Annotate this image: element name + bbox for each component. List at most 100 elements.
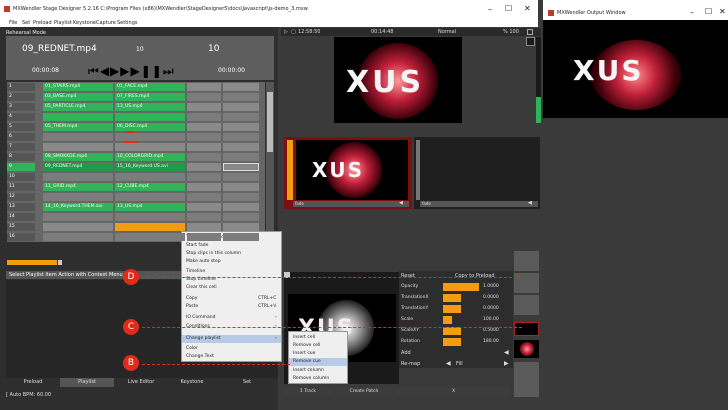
clip-cell-col4[interactable] <box>223 173 259 181</box>
clip-cell-col2[interactable]: 13_US.mp4 <box>115 103 185 111</box>
ctx-timeline[interactable]: Timeline <box>186 269 205 274</box>
preview-play-icon[interactable]: ▷ <box>284 29 288 35</box>
tab-preload[interactable]: Preload <box>10 378 56 387</box>
clip-cell-col2[interactable]: 07_FIRES.mp4 <box>115 93 185 101</box>
clip-cell-col3[interactable] <box>187 203 221 211</box>
clip-cell-col2[interactable]: 10_COLORGRID.mp4 <box>115 153 185 161</box>
clip-cell-col4[interactable] <box>223 203 259 211</box>
side-button-2[interactable] <box>514 273 539 293</box>
property-slider[interactable] <box>443 327 461 335</box>
clip-cell-col4[interactable] <box>223 213 259 221</box>
clip-cell-col2[interactable] <box>115 193 185 201</box>
clip-cell-col1[interactable]: 03_BASE.mp4 <box>43 93 113 101</box>
remap-next-icon[interactable]: ▶ <box>504 360 509 367</box>
clip-cell-col3[interactable] <box>187 233 221 241</box>
clip-cell-col2[interactable]: 06_DISC.mp4 <box>115 123 185 131</box>
clip-cell-col2[interactable] <box>115 143 185 151</box>
track-button[interactable]: 1 Track <box>285 387 331 396</box>
clip-cell-col1[interactable] <box>43 133 113 141</box>
clip-cell-col1[interactable]: 11_GRID.mp4 <box>43 183 113 191</box>
clip-cell-col4[interactable] <box>223 163 259 171</box>
row-number[interactable]: 12 <box>7 193 35 201</box>
clip-cell-col3[interactable] <box>187 183 221 191</box>
clip-cell-col4[interactable] <box>223 133 259 141</box>
clip-cell-col2[interactable]: 15_16_Keyword.US.avi <box>115 163 185 171</box>
side-button-1[interactable] <box>514 251 539 271</box>
row-number[interactable]: 16 <box>7 233 35 241</box>
row-number[interactable]: 11 <box>7 183 35 191</box>
menu-settings[interactable]: Settings <box>117 20 138 26</box>
clip-cell-col3[interactable] <box>187 163 221 171</box>
clip-cell-col3[interactable] <box>187 93 221 101</box>
menu-playlist[interactable]: Playlist <box>54 20 72 26</box>
property-slider[interactable] <box>443 283 479 291</box>
clip-cell-col2[interactable]: 01_FACE.mp4 <box>115 83 185 91</box>
side-thumb-1[interactable] <box>514 322 539 336</box>
maximize-icon[interactable]: ☐ <box>505 4 512 13</box>
row-number[interactable]: 4 <box>7 113 35 121</box>
minimize-icon[interactable]: – <box>488 5 492 14</box>
side-button-3[interactable] <box>514 295 539 315</box>
close-icon[interactable]: ✕ <box>524 4 531 13</box>
clip-cell-col4[interactable] <box>223 223 259 231</box>
output-maximize-icon[interactable]: ☐ <box>705 7 712 16</box>
clip-cell-col4[interactable] <box>223 183 259 191</box>
preview-stop-icon[interactable]: ▢ <box>291 29 296 35</box>
clip-cell-col4[interactable] <box>223 113 259 121</box>
ctx-change-text[interactable]: Change Text <box>186 354 214 359</box>
clip-cell-col4[interactable] <box>223 193 259 201</box>
clip-cell-col1[interactable] <box>43 193 113 201</box>
clip-cell-col3[interactable] <box>187 123 221 131</box>
play-icon[interactable]: ▶ <box>110 64 120 78</box>
clip-cell-col1[interactable]: 09_REDNET.mp4 <box>43 163 113 171</box>
property-slider[interactable] <box>443 338 461 346</box>
clip-cell-col4[interactable] <box>223 143 259 151</box>
row-number[interactable]: 10 <box>7 173 35 181</box>
remap-value[interactable]: Fill <box>456 361 463 367</box>
menu-file[interactable]: File <box>9 20 17 26</box>
clip-cell-col3[interactable] <box>187 173 221 181</box>
reset-button[interactable]: Reset <box>401 273 415 279</box>
clip-cell-col4[interactable] <box>223 93 259 101</box>
sub-insert-cell[interactable]: Insert cell <box>293 335 315 340</box>
preview-grid-icon[interactable] <box>527 29 533 35</box>
preload-2-fade-bar[interactable]: fade ◀ <box>420 200 538 207</box>
remap-prev-icon[interactable]: ◀ <box>446 360 451 367</box>
sub-remove-column[interactable]: Remove column <box>293 376 329 381</box>
row-number[interactable]: 3 <box>7 103 35 111</box>
side-thumb-2[interactable] <box>514 340 539 358</box>
ctx-make-auto-step[interactable]: Make auto step <box>186 259 221 264</box>
clip-cell-col1[interactable]: 14_16_Keyword.THEM.avi <box>43 203 113 211</box>
clip-cell-col1[interactable]: 05_THEM.mp4 <box>43 123 113 131</box>
property-row[interactable]: Opacity 1.0000 <box>401 282 511 292</box>
clip-cell-col1[interactable] <box>43 173 113 181</box>
clip-cell-col4[interactable] <box>223 233 259 241</box>
clip-cell-col3[interactable] <box>187 83 221 91</box>
ctx-paste[interactable]: Paste <box>186 304 198 309</box>
playlist-progress-handle[interactable] <box>58 260 62 265</box>
clip-cell-col3[interactable] <box>187 193 221 201</box>
add-arrow-icon[interactable]: ◀ <box>504 349 509 356</box>
clip-cell-col4[interactable] <box>223 83 259 91</box>
row-number[interactable]: 1 <box>7 83 35 91</box>
row-number[interactable]: 6 <box>7 133 35 141</box>
property-slider[interactable] <box>443 316 452 324</box>
ctx-copy[interactable]: Copy <box>186 296 197 301</box>
preload-fade-arrow-icon[interactable]: ◀ <box>399 200 403 206</box>
clip-cell-col3[interactable] <box>187 133 221 141</box>
clip-cell-col1[interactable]: 05_PARTICLE.mp4 <box>43 103 113 111</box>
clip-cell-col4[interactable] <box>223 103 259 111</box>
clip-cell-col1[interactable]: 01_STAIRS.mp4 <box>43 83 113 91</box>
sub-insert-column[interactable]: Insert column <box>293 368 324 373</box>
property-row[interactable]: Rotation 180.00 <box>401 337 511 347</box>
clip-cell-col3[interactable] <box>187 153 221 161</box>
row-number[interactable]: 15 <box>7 223 35 231</box>
ctx-color[interactable]: Color <box>186 346 198 351</box>
row-number[interactable]: 9 <box>7 163 35 171</box>
property-slider[interactable] <box>443 305 461 313</box>
menu-capture[interactable]: Capture <box>96 20 116 26</box>
clip-cell-col3[interactable] <box>187 143 221 151</box>
clip-cell-col2[interactable] <box>115 113 185 121</box>
clip-cell-col4[interactable] <box>223 153 259 161</box>
clip-cell-col2[interactable] <box>115 223 185 231</box>
